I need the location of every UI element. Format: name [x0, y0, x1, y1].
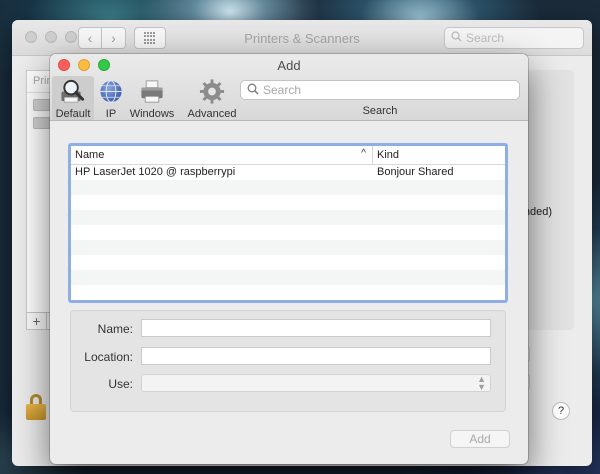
- globe-icon: [100, 80, 122, 103]
- printer-icon: [33, 99, 51, 111]
- search-icon: [451, 31, 462, 45]
- printer-kind-cell: Bonjour Shared: [377, 166, 454, 178]
- printer-name-cell: HP LaserJet 1020 @ raspberrypi: [75, 166, 236, 178]
- printer-icon: [33, 117, 51, 129]
- toolbar-windows-label: Windows: [129, 108, 175, 120]
- printer-details-form: Name: Location: Use: ▲ ▼: [70, 310, 506, 412]
- name-column-header[interactable]: Name ^: [71, 146, 373, 164]
- empty-row: [71, 195, 505, 210]
- updown-chevron-icon: ▲ ▼: [477, 374, 486, 392]
- use-row: Use: ▲ ▼: [71, 374, 505, 394]
- empty-row: [71, 255, 505, 270]
- location-field[interactable]: [141, 347, 491, 365]
- back-search-placeholder: Search: [466, 31, 505, 45]
- toolbar-windows-tab[interactable]: Windows: [128, 76, 176, 120]
- lock-icon[interactable]: [26, 394, 46, 420]
- toolbar-advanced-tab[interactable]: Advanced: [184, 76, 240, 120]
- toolbar-advanced-label: Advanced: [187, 108, 237, 120]
- add-toolbar: Add Default IP Windows Advanced Search S…: [50, 54, 528, 121]
- back-search-field[interactable]: Search: [444, 27, 584, 49]
- add-button[interactable]: Add: [450, 430, 510, 448]
- empty-row: [71, 270, 505, 285]
- printer-icon: [141, 80, 163, 103]
- magnifier-printer-icon: [61, 79, 85, 103]
- search-icon: [247, 83, 259, 98]
- empty-row: [71, 210, 505, 225]
- search-caption: Search: [362, 105, 398, 117]
- help-button[interactable]: ?: [552, 402, 570, 420]
- list-header: Name ^ Kind: [71, 146, 505, 165]
- sort-ascending-icon: ^: [361, 148, 366, 159]
- location-row: Location:: [71, 347, 505, 367]
- add-printer-button[interactable]: +: [27, 313, 47, 329]
- search-input[interactable]: [263, 83, 503, 97]
- use-label: Use:: [108, 377, 133, 391]
- window-title: Add: [277, 58, 301, 73]
- location-label: Location:: [84, 350, 133, 364]
- back-titlebar: ‹ › Printers & Scanners Search: [12, 20, 592, 56]
- name-column-label: Name: [75, 149, 105, 161]
- empty-row: [71, 180, 505, 195]
- toolbar-default-tab[interactable]: Default: [52, 76, 94, 120]
- partial-detail-text: nded): [523, 206, 552, 218]
- kind-column-header[interactable]: Kind: [373, 146, 505, 164]
- name-row: Name:: [71, 319, 505, 339]
- name-label: Name:: [97, 322, 133, 336]
- kind-column-label: Kind: [377, 149, 400, 161]
- add-printer-window: Add Default IP Windows Advanced Search S…: [50, 54, 528, 464]
- use-select[interactable]: ▲ ▼: [141, 374, 491, 392]
- empty-row: [71, 225, 505, 240]
- search-field[interactable]: [240, 80, 520, 100]
- name-field[interactable]: [141, 319, 491, 337]
- gear-icon: [199, 79, 225, 104]
- empty-row: [71, 240, 505, 255]
- toolbar-ip-label: IP: [105, 108, 117, 120]
- list-rows: HP LaserJet 1020 @ raspberrypi Bonjour S…: [71, 165, 505, 300]
- toolbar-default-label: Default: [55, 108, 91, 120]
- printer-browser-list[interactable]: Name ^ Kind HP LaserJet 1020 @ raspberry…: [68, 143, 508, 303]
- toolbar-ip-tab[interactable]: IP: [96, 76, 126, 120]
- empty-row: [71, 285, 505, 300]
- table-row[interactable]: HP LaserJet 1020 @ raspberrypi Bonjour S…: [71, 165, 505, 180]
